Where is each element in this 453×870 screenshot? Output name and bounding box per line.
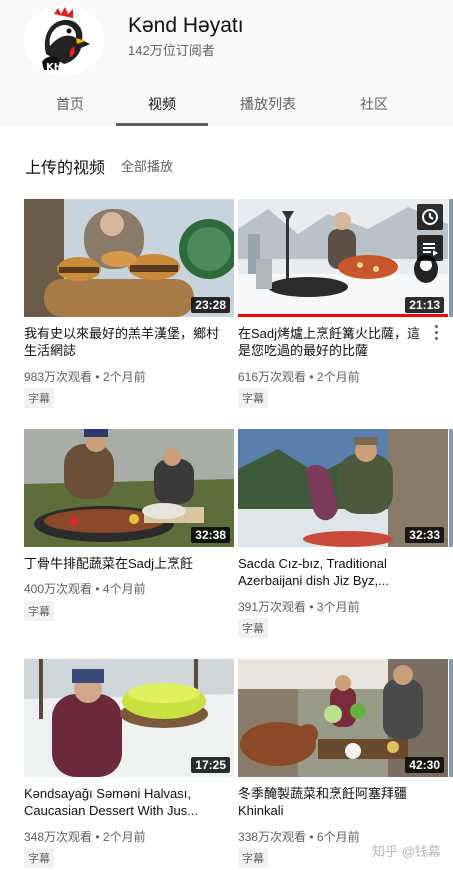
video-duration: 42:30 xyxy=(405,757,444,773)
view-count: 983万次观看 xyxy=(24,370,93,384)
channel-header: KH Kənd Həyatı 142万位订阅者 首页 视频 播放列表 社区 xyxy=(0,0,453,127)
video-meta: 391万次观看 • 3个月前 xyxy=(238,598,360,615)
tab-videos[interactable]: 视频 xyxy=(148,94,176,114)
video-title[interactable]: 丁骨牛排配蔬菜在Sadj上烹飪 xyxy=(24,555,224,572)
subtitles-badge: 字幕 xyxy=(24,848,54,868)
video-title[interactable]: Sacda Cız-bız, Traditional Azerbaijani d… xyxy=(238,555,438,589)
rooster-logo-icon: KH xyxy=(29,5,99,75)
channel-name[interactable]: Kənd Həyatı xyxy=(128,14,244,38)
video-meta: 338万次观看 • 6个月前 xyxy=(238,828,360,845)
video-meta: 400万次观看 • 4个月前 xyxy=(24,580,146,597)
video-title[interactable]: 我有史以來最好的羔羊漢堡，鄉村生活網誌 xyxy=(24,325,224,359)
video-thumbnail[interactable]: 32:33 xyxy=(238,429,448,547)
video-title[interactable]: Kəndsayağı Səməni Halvası, Caucasian Des… xyxy=(24,785,224,819)
upload-age: 2个月前 xyxy=(316,370,360,384)
play-all-button[interactable]: 全部播放 xyxy=(121,156,173,175)
svg-text:KH: KH xyxy=(46,62,62,73)
upload-age: 2个月前 xyxy=(102,370,146,384)
subtitles-badge: 字幕 xyxy=(24,601,54,621)
subtitles-badge: 字幕 xyxy=(238,848,268,868)
meta-separator: • xyxy=(92,830,103,844)
video-duration: 23:28 xyxy=(191,297,230,313)
subtitles-badge: 字幕 xyxy=(238,618,268,638)
meta-separator: • xyxy=(306,600,317,614)
video-meta: 348万次观看 • 2个月前 xyxy=(24,828,146,845)
video-title[interactable]: 在Sadj烤爐上烹飪篝火比薩，這是您吃過的最好的比薩 xyxy=(238,325,426,359)
tab-community[interactable]: 社区 xyxy=(360,94,388,114)
video-thumbnail[interactable]: 32:38 xyxy=(24,429,234,547)
subtitles-badge: 字幕 xyxy=(238,388,268,408)
video-duration: 21:13 xyxy=(405,297,444,313)
active-tab-indicator xyxy=(116,123,208,126)
video-thumbnail[interactable]: 42:30 xyxy=(238,659,448,777)
view-count: 338万次观看 xyxy=(238,830,307,844)
video-meta: 983万次观看 • 2个月前 xyxy=(24,368,146,385)
watermark-text: 知乎 @钱幕 xyxy=(372,844,441,859)
upload-age: 4个月前 xyxy=(102,582,146,596)
more-options-icon[interactable] xyxy=(432,325,440,343)
view-count: 400万次观看 xyxy=(24,582,93,596)
video-meta: 616万次观看 • 2个月前 xyxy=(238,368,360,385)
meta-separator: • xyxy=(92,582,103,596)
view-count: 348万次观看 xyxy=(24,830,93,844)
watch-later-clock-icon[interactable] xyxy=(417,204,443,230)
channel-avatar[interactable]: KH xyxy=(24,4,104,76)
meta-separator: • xyxy=(92,370,103,384)
subscriber-count: 142万位订阅者 xyxy=(128,43,215,58)
next-thumbnail-edge xyxy=(449,659,453,777)
upload-age: 2个月前 xyxy=(102,830,146,844)
video-title[interactable]: 冬季醃製蔬菜和烹飪阿塞拜疆Khinkali xyxy=(238,785,438,819)
video-duration: 32:33 xyxy=(405,527,444,543)
section-title: 上传的视频 xyxy=(25,160,106,177)
meta-separator: • xyxy=(306,370,317,384)
next-thumbnail-edge xyxy=(449,199,453,317)
video-duration: 17:25 xyxy=(191,757,230,773)
video-thumbnail[interactable]: 21:13 xyxy=(238,199,448,317)
channel-tabs: 首页 视频 播放列表 社区 xyxy=(0,80,453,127)
video-duration: 32:38 xyxy=(191,527,230,543)
video-thumbnail[interactable]: 17:25 xyxy=(24,659,234,777)
upload-age: 6个月前 xyxy=(316,830,360,844)
next-thumbnail-edge xyxy=(449,429,453,547)
upload-age: 3个月前 xyxy=(316,600,360,614)
watch-progress-bar xyxy=(238,314,448,317)
subtitles-badge: 字幕 xyxy=(24,388,54,408)
tab-home[interactable]: 首页 xyxy=(56,94,84,114)
view-count: 391万次观看 xyxy=(238,600,307,614)
tab-playlists[interactable]: 播放列表 xyxy=(240,94,296,114)
view-count: 616万次观看 xyxy=(238,370,307,384)
meta-separator: • xyxy=(306,830,317,844)
add-to-queue-icon[interactable] xyxy=(417,235,443,261)
video-thumbnail[interactable]: 23:28 xyxy=(24,199,234,317)
